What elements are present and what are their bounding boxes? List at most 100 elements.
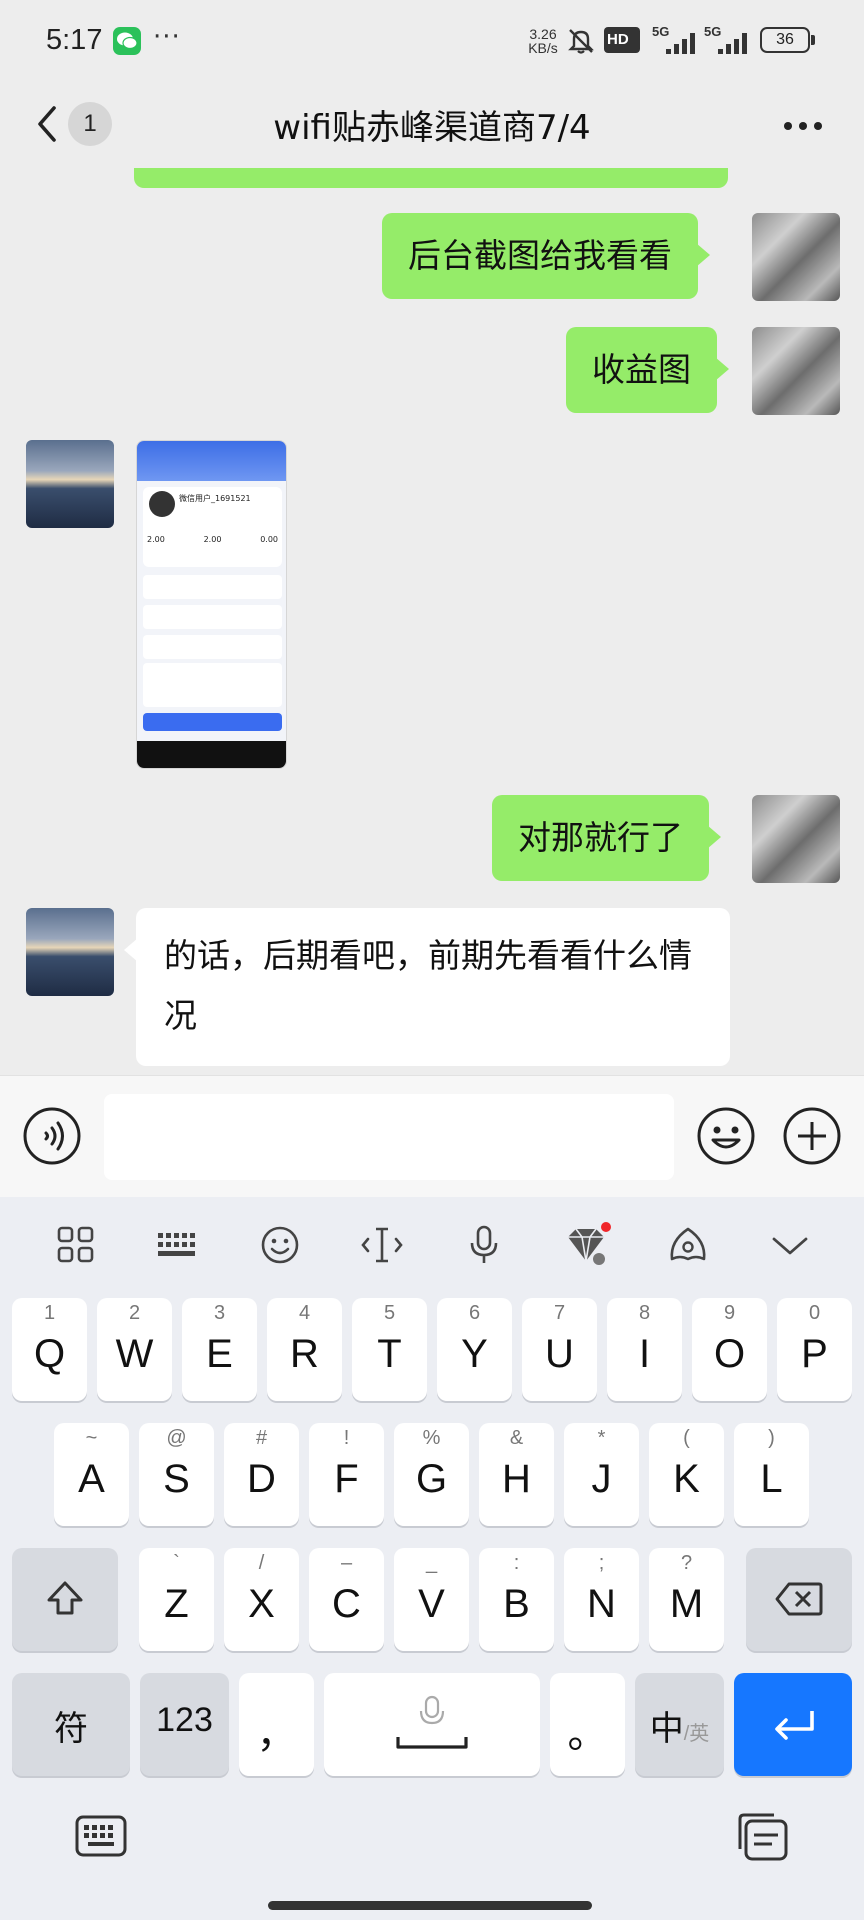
key-symbol-hint: ! (343, 1427, 350, 1449)
key-n[interactable]: ; N (564, 1548, 639, 1651)
key-l[interactable]: ) L (734, 1423, 809, 1526)
key-w[interactable]: 2W (97, 1298, 172, 1401)
key-letter: C (332, 1582, 361, 1626)
message-bubble-sent[interactable]: 对那就行了 (492, 795, 721, 881)
language-main: 中 (649, 1710, 684, 1748)
key-c[interactable]: – C (309, 1548, 384, 1651)
key-t[interactable]: 5T (352, 1298, 427, 1401)
language-switch-key[interactable]: 中/英 (635, 1673, 724, 1776)
diamond-icon (568, 1222, 611, 1265)
key-letter: N (587, 1582, 616, 1626)
input-bar (0, 1075, 864, 1197)
key-s[interactable]: @ S (139, 1423, 214, 1526)
key-symbol-hint: & (509, 1427, 524, 1449)
backspace-icon (775, 1582, 823, 1616)
key-k[interactable]: (K (649, 1423, 724, 1526)
key-v[interactable]: _ V (394, 1548, 469, 1651)
key-letter: D (247, 1457, 276, 1501)
key-letter: T (377, 1332, 402, 1376)
key-e[interactable]: 3E (182, 1298, 257, 1401)
keyboard-emoji-button[interactable] (254, 1221, 306, 1269)
voice-input-button[interactable] (22, 1106, 82, 1170)
key-q[interactable]: 1Q (12, 1298, 87, 1401)
thumb-nav-bar (137, 741, 286, 768)
cursor-edit-button[interactable] (356, 1221, 408, 1269)
keyboard-icon (158, 1233, 195, 1256)
more-options-button[interactable] (778, 106, 828, 146)
clipboard-button[interactable] (734, 1811, 790, 1867)
signal-sim2: 5G (704, 24, 756, 56)
space-key[interactable] (324, 1673, 540, 1776)
message-bubble-sent[interactable]: 后台截图给我看看 (382, 213, 710, 299)
key-symbol-hint: / (258, 1552, 265, 1574)
clock: 5:17 (46, 24, 103, 56)
language-alt: /英 (683, 1723, 710, 1745)
key-letter: M (669, 1582, 704, 1626)
key-number-hint: 0 (808, 1302, 821, 1324)
key-f[interactable]: ! F (309, 1423, 384, 1526)
ai-assistant-button[interactable] (662, 1221, 714, 1269)
wechat-notification-icon (113, 27, 141, 55)
key-j[interactable]: * J (564, 1423, 639, 1526)
key-a[interactable]: ~ A (54, 1423, 129, 1526)
enter-key[interactable] (734, 1673, 852, 1776)
key-r[interactable]: 4R (267, 1298, 342, 1401)
key-h[interactable]: & H (479, 1423, 554, 1526)
key-letter: I (638, 1332, 651, 1376)
keyboard-switch-button[interactable] (74, 1811, 128, 1865)
smiley-icon (261, 1226, 299, 1264)
home-indicator[interactable] (268, 1901, 592, 1910)
more-functions-button[interactable] (782, 1106, 842, 1170)
key-number-hint: 1 (43, 1302, 56, 1324)
key-x[interactable]: / X (224, 1548, 299, 1651)
key-d[interactable]: # D (224, 1423, 299, 1526)
key-o[interactable]: 9O (692, 1298, 767, 1401)
key-symbol-hint: ? (680, 1552, 693, 1574)
avatar-self[interactable] (752, 327, 840, 415)
comma-key-label: ， (256, 1712, 297, 1756)
key-y[interactable]: 6Y (437, 1298, 512, 1401)
key-symbol-hint: @ (166, 1427, 187, 1449)
keyboard-icon (75, 1815, 127, 1857)
keyboard-menu-button[interactable] (50, 1221, 102, 1269)
space-microphone-icon (396, 1695, 468, 1749)
key-m[interactable]: ? M (649, 1548, 724, 1651)
key-number-hint: 8 (638, 1302, 651, 1324)
key-g[interactable]: % G (394, 1423, 469, 1526)
avatar-contact[interactable] (26, 440, 114, 528)
message-bubble-sent[interactable]: 收益图 (566, 327, 729, 413)
previous-message-bubble[interactable] (134, 168, 728, 188)
image-message-thumbnail[interactable]: 微信用户_1691521 2.00 2.00 0.00 (136, 440, 287, 769)
key-number-hint: 9 (723, 1302, 736, 1324)
backspace-key[interactable] (746, 1548, 852, 1651)
comma-key[interactable]: ， (239, 1673, 314, 1776)
avatar-self[interactable] (752, 795, 840, 883)
numbers-key[interactable]: 123 (140, 1673, 229, 1776)
keyboard-layout-button[interactable] (152, 1221, 204, 1269)
voice-typing-button[interactable] (458, 1221, 510, 1269)
chat-header: 1 wifi贴赤峰渠道商7/4 (0, 84, 864, 164)
key-i[interactable]: 8I (607, 1298, 682, 1401)
emoji-button[interactable] (696, 1106, 756, 1170)
soft-keyboard: 1Q 2W 3E 4R 5T 6Y 7U 8I 9O 0P ~ A @ S # D !… (0, 1197, 864, 1920)
back-button[interactable] (30, 102, 70, 146)
period-key[interactable]: 。 (550, 1673, 625, 1776)
key-symbol-hint: ) (768, 1427, 775, 1449)
key-z[interactable]: ` Z (139, 1548, 214, 1651)
thumb-button (143, 713, 282, 731)
avatar-self[interactable] (752, 213, 840, 301)
message-input[interactable] (104, 1094, 674, 1180)
symbols-key[interactable]: 符 (12, 1673, 130, 1776)
hide-keyboard-button[interactable] (764, 1221, 816, 1269)
message-bubble-received[interactable]: 的话，后期看吧，前期先看看什么情况 (124, 908, 730, 1066)
thumb-menu-row (143, 605, 282, 629)
key-u[interactable]: 7U (522, 1298, 597, 1401)
shift-key[interactable] (12, 1548, 118, 1651)
signal-sim1: 5G (652, 24, 704, 56)
key-letter: B (503, 1582, 530, 1626)
key-b[interactable]: :B (479, 1548, 554, 1651)
skin-store-button[interactable] (560, 1221, 612, 1269)
avatar-contact[interactable] (26, 908, 114, 996)
key-p[interactable]: 0P (777, 1298, 852, 1401)
unread-count-badge[interactable]: 1 (68, 102, 112, 146)
